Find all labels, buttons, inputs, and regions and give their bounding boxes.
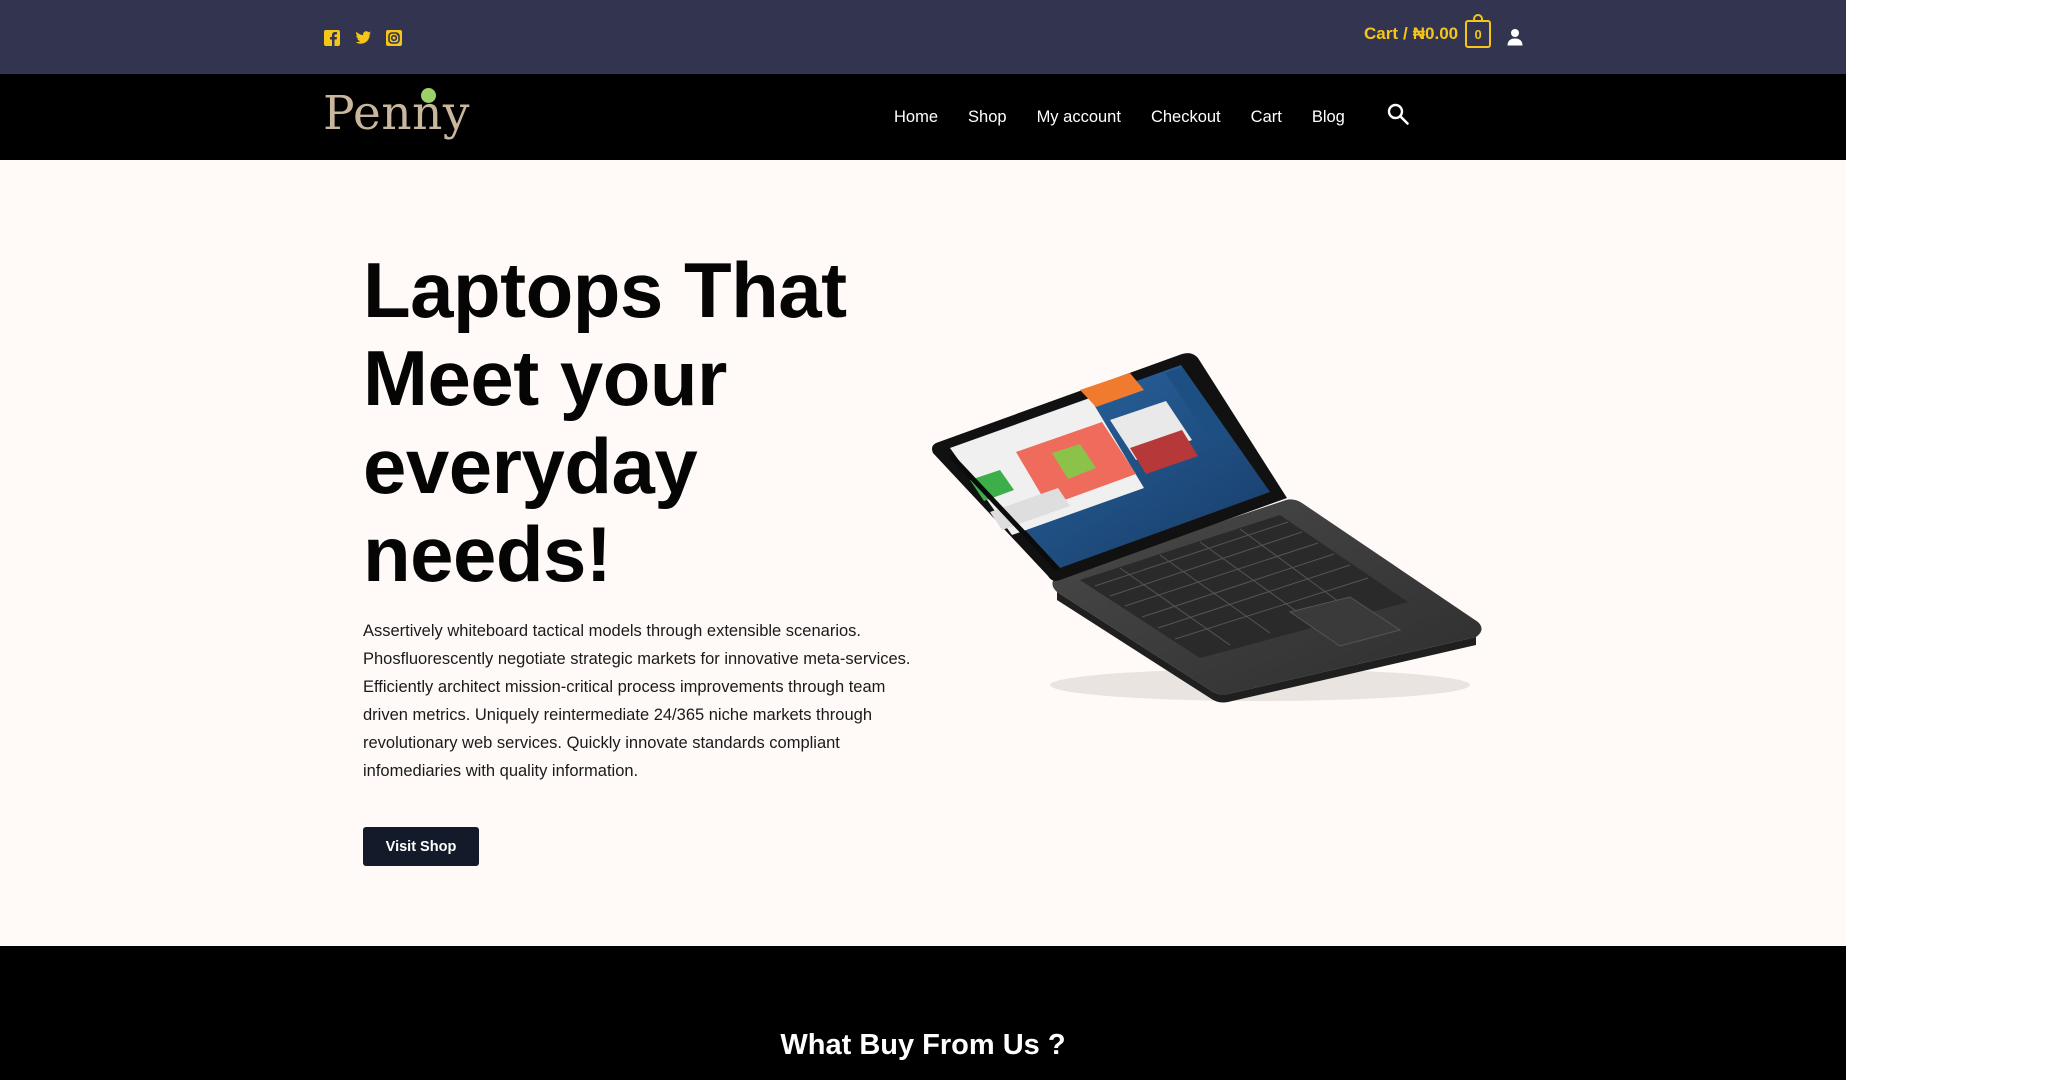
- visit-shop-button[interactable]: Visit Shop: [363, 827, 479, 866]
- social-links: [323, 29, 403, 47]
- twitter-icon[interactable]: [354, 29, 372, 47]
- nav-home[interactable]: Home: [894, 108, 938, 127]
- main-header: Penny Home Shop My account Checkout Cart…: [0, 74, 1846, 160]
- user-account-icon[interactable]: [1507, 28, 1523, 46]
- nav-cart[interactable]: Cart: [1251, 108, 1282, 127]
- instagram-icon[interactable]: [385, 29, 403, 47]
- primary-nav: Home Shop My account Checkout Cart Blog: [894, 74, 1375, 160]
- header-cart-link[interactable]: Cart / ₦0.00 0: [1364, 14, 1492, 48]
- cart-count: 0: [1474, 26, 1482, 42]
- cart-total: ₦0.00: [1412, 24, 1459, 43]
- hero-title: Laptops That Meet your everyday needs!: [363, 246, 847, 598]
- features-title: What Buy From Us ?: [780, 1029, 1066, 1061]
- features-section: What Buy From Us ?: [0, 946, 1846, 1080]
- site-logo[interactable]: Penny: [323, 82, 470, 146]
- cart-separator: /: [1403, 24, 1408, 43]
- laptop-image: [932, 353, 1482, 703]
- hero-description: Assertively whiteboard tactical models t…: [363, 622, 911, 780]
- hero-section: Laptops That Meet your everyday needs! A…: [0, 160, 1846, 946]
- nav-shop[interactable]: Shop: [968, 108, 1007, 127]
- site: Cart / ₦0.00 0 Penny Home Shop My accoun…: [0, 0, 1846, 1080]
- top-bar: Cart / ₦0.00 0: [0, 0, 1846, 74]
- nav-blog[interactable]: Blog: [1312, 108, 1345, 127]
- logo-text: Penny: [323, 86, 470, 141]
- search-icon[interactable]: [1386, 102, 1410, 126]
- cart-label: Cart: [1364, 24, 1399, 43]
- facebook-icon[interactable]: [323, 29, 341, 47]
- nav-checkout[interactable]: Checkout: [1151, 108, 1221, 127]
- cart-bag-icon[interactable]: 0: [1465, 14, 1492, 48]
- nav-my-account[interactable]: My account: [1037, 108, 1121, 127]
- logo-dot: [421, 88, 436, 103]
